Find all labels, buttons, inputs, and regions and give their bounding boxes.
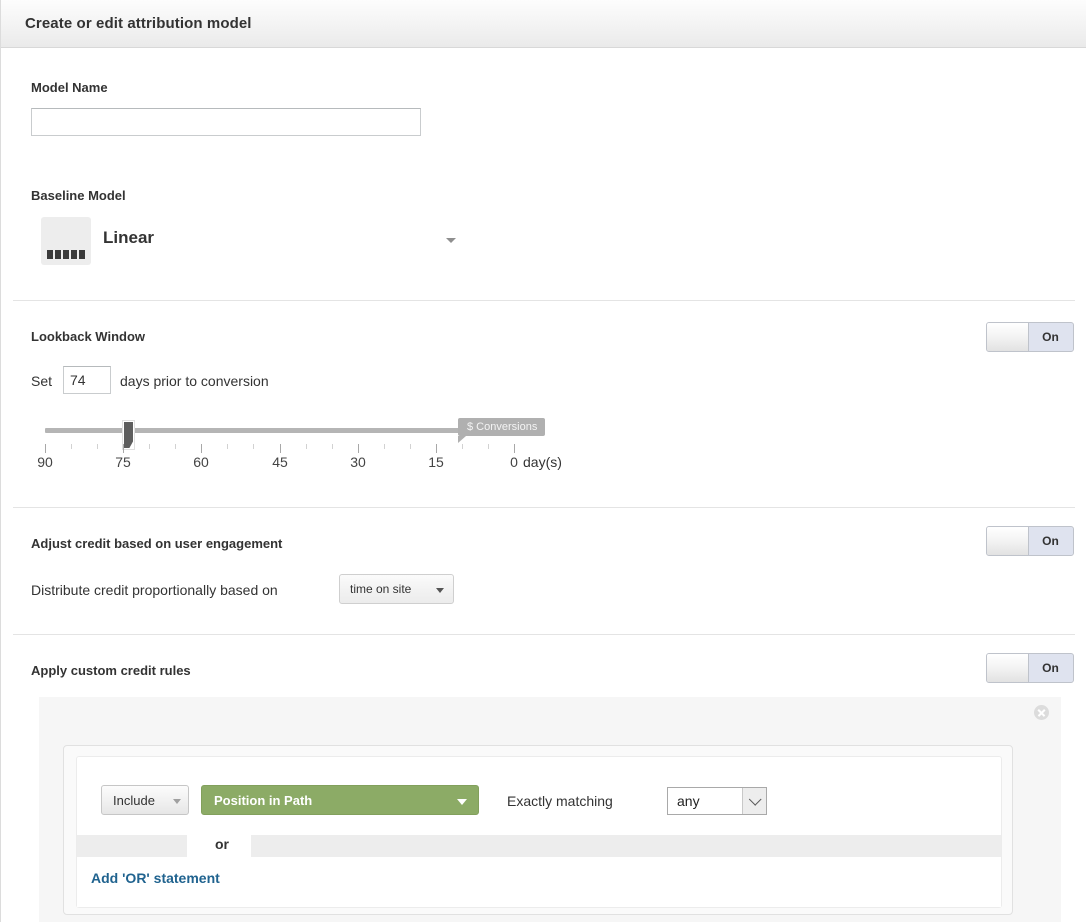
slider-unit-label: day(s): [523, 454, 562, 470]
baseline-model-selected-value: Linear: [103, 228, 155, 247]
slider-tick-label: 45: [272, 454, 288, 470]
section-divider: [13, 300, 1075, 301]
section-divider: [13, 634, 1075, 635]
chevron-down-icon: [436, 588, 444, 593]
model-name-input[interactable]: [31, 108, 421, 136]
toggle-knob: [987, 527, 1029, 555]
baseline-model-selector[interactable]: Linear: [41, 215, 456, 267]
engagement-metric-select[interactable]: time on site: [339, 574, 454, 604]
slider-track[interactable]: [45, 428, 515, 433]
chevron-down-icon: [446, 238, 456, 243]
lookback-slider[interactable]: $ Conversions 90 75 60 45 30 15 0 day(s): [37, 418, 562, 482]
rule-include-exclude-button[interactable]: Include: [101, 785, 189, 815]
custom-credit-rules-toggle[interactable]: On: [986, 653, 1074, 683]
toggle-knob: [987, 654, 1029, 682]
rule-match-type-text: Exactly matching: [507, 793, 613, 809]
or-label: or: [215, 836, 229, 852]
lookback-window-toggle[interactable]: On: [986, 322, 1074, 352]
slider-tick-label: 30: [350, 454, 366, 470]
lookback-prefix-text: Set: [31, 373, 53, 389]
baseline-model-label: Baseline Model: [31, 188, 126, 203]
or-divider-right: [251, 835, 1001, 857]
engagement-label: Adjust credit based on user engagement: [31, 536, 283, 551]
slider-tick-label: 60: [193, 454, 209, 470]
engagement-description: Distribute credit proportionally based o…: [31, 582, 278, 598]
slider-tick-label: 0: [510, 454, 518, 470]
rule-include-exclude-label: Include: [113, 793, 155, 808]
lookback-suffix-text: days prior to conversion: [120, 373, 269, 389]
engagement-toggle[interactable]: On: [986, 526, 1074, 556]
rule-dimension-button[interactable]: Position in Path: [201, 785, 479, 815]
page-title: Create or edit attribution model: [25, 15, 252, 32]
close-icon[interactable]: [1034, 705, 1049, 720]
toggle-state-label: On: [1042, 661, 1059, 675]
add-or-statement-link[interactable]: Add 'OR' statement: [91, 870, 220, 886]
engagement-metric-value: time on site: [350, 582, 412, 596]
conversions-flag: $ Conversions: [458, 418, 546, 443]
toggle-state-label: On: [1042, 534, 1059, 548]
rule-group: Include Position in Path Exactly matchin…: [63, 745, 1013, 915]
chevron-down-icon[interactable]: [742, 788, 766, 814]
toggle-knob: [987, 323, 1029, 351]
section-divider: [13, 507, 1075, 508]
panel-header: Create or edit attribution model: [1, 0, 1086, 48]
custom-credit-rules-panel: Include Position in Path Exactly matchin…: [39, 697, 1061, 922]
rule-dimension-label: Position in Path: [214, 793, 313, 808]
attribution-model-editor-page: Create or edit attribution model Model N…: [0, 0, 1086, 922]
or-divider-left: [77, 835, 187, 857]
slider-tick-label: 15: [428, 454, 444, 470]
slider-tick-label: 75: [115, 454, 131, 470]
model-name-label: Model Name: [31, 80, 108, 95]
slider-ticks: [45, 444, 515, 454]
rule-match-value-label: any: [677, 793, 700, 809]
chevron-down-icon: [457, 799, 467, 805]
linear-model-bars-icon: [41, 217, 91, 265]
chevron-down-icon: [173, 799, 181, 804]
rule-row-container: Include Position in Path Exactly matchin…: [76, 756, 1002, 908]
lookback-days-input[interactable]: [63, 366, 111, 394]
slider-tick-labels: 90 75 60 45 30 15 0 day(s): [37, 454, 565, 474]
custom-credit-rules-label: Apply custom credit rules: [31, 663, 191, 678]
slider-tick-label: 90: [37, 454, 53, 470]
rule-match-value-select[interactable]: any: [667, 787, 767, 815]
toggle-state-label: On: [1042, 330, 1059, 344]
lookback-window-label: Lookback Window: [31, 329, 145, 344]
